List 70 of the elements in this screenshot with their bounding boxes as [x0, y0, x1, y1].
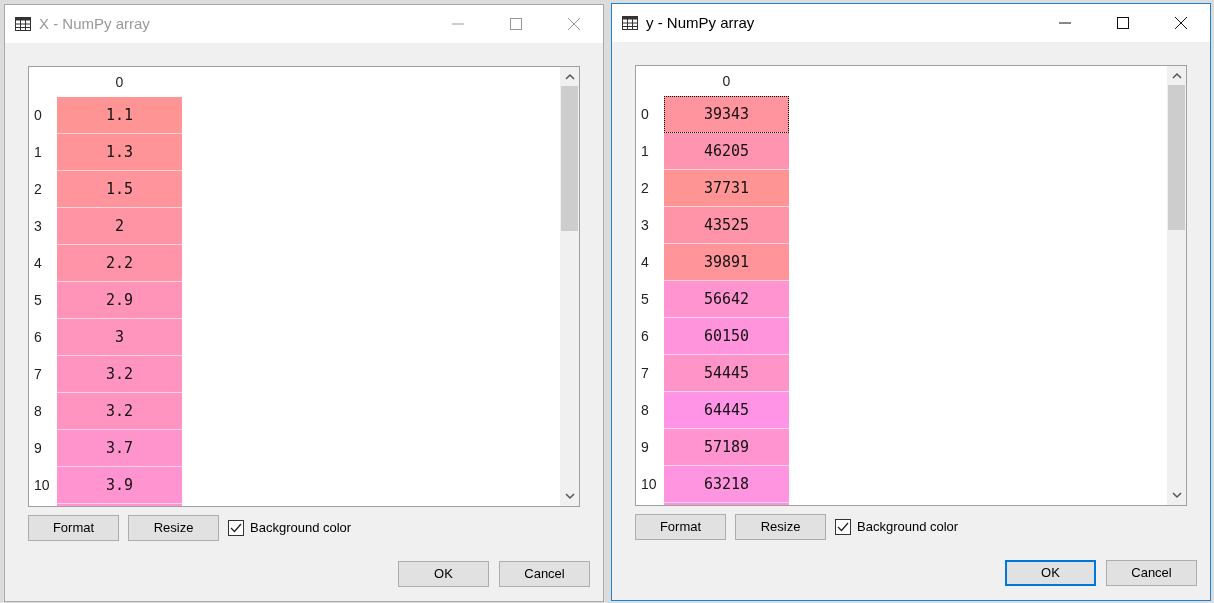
table-cell[interactable]: 1.1	[57, 97, 182, 134]
row-index: 9	[33, 439, 43, 458]
row-index: 2	[33, 180, 43, 199]
table-cell[interactable]: 1.5	[57, 171, 182, 208]
row-index: 8	[33, 402, 43, 421]
row-index: 9	[640, 438, 650, 457]
row-index: 3	[33, 217, 43, 236]
row-index: 3	[640, 216, 650, 235]
table-cell[interactable]: 3.7	[57, 430, 182, 467]
table-cell[interactable]: 37731	[664, 170, 789, 207]
dialog-button[interactable]: Cancel	[1106, 560, 1197, 586]
scrollbar-thumb[interactable]	[1168, 85, 1185, 230]
toolbar-button[interactable]: Format	[28, 515, 119, 541]
table-cell[interactable]: 39891	[664, 244, 789, 281]
checkbox[interactable]	[835, 519, 851, 535]
checkbox[interactable]	[228, 520, 244, 536]
table-cell[interactable]: 3.2	[57, 356, 182, 393]
window-title: y - NumPy array	[646, 12, 755, 33]
column-header[interactable]: 0	[57, 67, 182, 97]
dialog-button[interactable]: OK	[398, 561, 489, 587]
toolbar-button[interactable]: Format	[635, 514, 726, 540]
scroll-down-icon[interactable]	[564, 493, 575, 500]
table-cell[interactable]: 43525	[664, 207, 789, 244]
row-index: 4	[33, 254, 43, 273]
vertical-scrollbar[interactable]	[1167, 66, 1186, 505]
table-cell[interactable]: 63218	[664, 466, 789, 503]
row-index: 10	[33, 476, 51, 495]
vertical-scrollbar[interactable]	[560, 67, 579, 506]
row-index: 7	[33, 365, 43, 384]
table-cell[interactable]: 54445	[664, 355, 789, 392]
row-index: 1	[640, 142, 650, 161]
row-index: 5	[33, 291, 43, 310]
row-index: 6	[640, 327, 650, 346]
dialog-button[interactable]: Cancel	[499, 561, 590, 587]
toolbar-button[interactable]: Resize	[735, 514, 826, 540]
checkbox-label[interactable]: Background color	[250, 518, 352, 538]
row-index: 2	[640, 179, 650, 198]
table-cell[interactable]: 2.2	[57, 245, 182, 282]
table-cell[interactable]: 46205	[664, 133, 789, 170]
table-cell[interactable]: 3.2	[57, 393, 182, 430]
table-cell[interactable]: 57189	[664, 429, 789, 466]
row-index: 1	[33, 143, 43, 162]
table-cell[interactable]: 64445	[664, 392, 789, 429]
table-cell[interactable]: 1.3	[57, 134, 182, 171]
table-cell[interactable]: 2.9	[57, 282, 182, 319]
checkbox-label[interactable]: Background color	[857, 517, 959, 537]
toolbar-button[interactable]: Resize	[128, 515, 219, 541]
table-cell[interactable]: 3.9	[57, 467, 182, 504]
row-index: 6	[33, 328, 43, 347]
table-icon	[15, 17, 31, 31]
row-index: 5	[640, 290, 650, 309]
row-index: 8	[640, 401, 650, 420]
column-header[interactable]: 0	[664, 66, 789, 96]
table-cell[interactable]: 3	[57, 319, 182, 356]
row-index: 7	[640, 364, 650, 383]
row-index: 10	[640, 475, 658, 494]
row-index: 4	[640, 253, 650, 272]
scroll-up-icon[interactable]	[564, 73, 575, 80]
table-cell[interactable]: 39343	[664, 96, 789, 133]
table-icon	[622, 16, 638, 30]
row-index: 0	[640, 105, 650, 124]
scroll-up-icon[interactable]	[1171, 72, 1182, 79]
scroll-down-icon[interactable]	[1171, 492, 1182, 499]
table-cell[interactable]: 60150	[664, 318, 789, 355]
row-index: 0	[33, 106, 43, 125]
scrollbar-thumb[interactable]	[561, 86, 578, 231]
window-title: X - NumPy array	[39, 13, 150, 34]
table-cell[interactable]: 56642	[664, 281, 789, 318]
table-cell[interactable]: 2	[57, 208, 182, 245]
dialog-button[interactable]: OK	[1005, 560, 1096, 586]
